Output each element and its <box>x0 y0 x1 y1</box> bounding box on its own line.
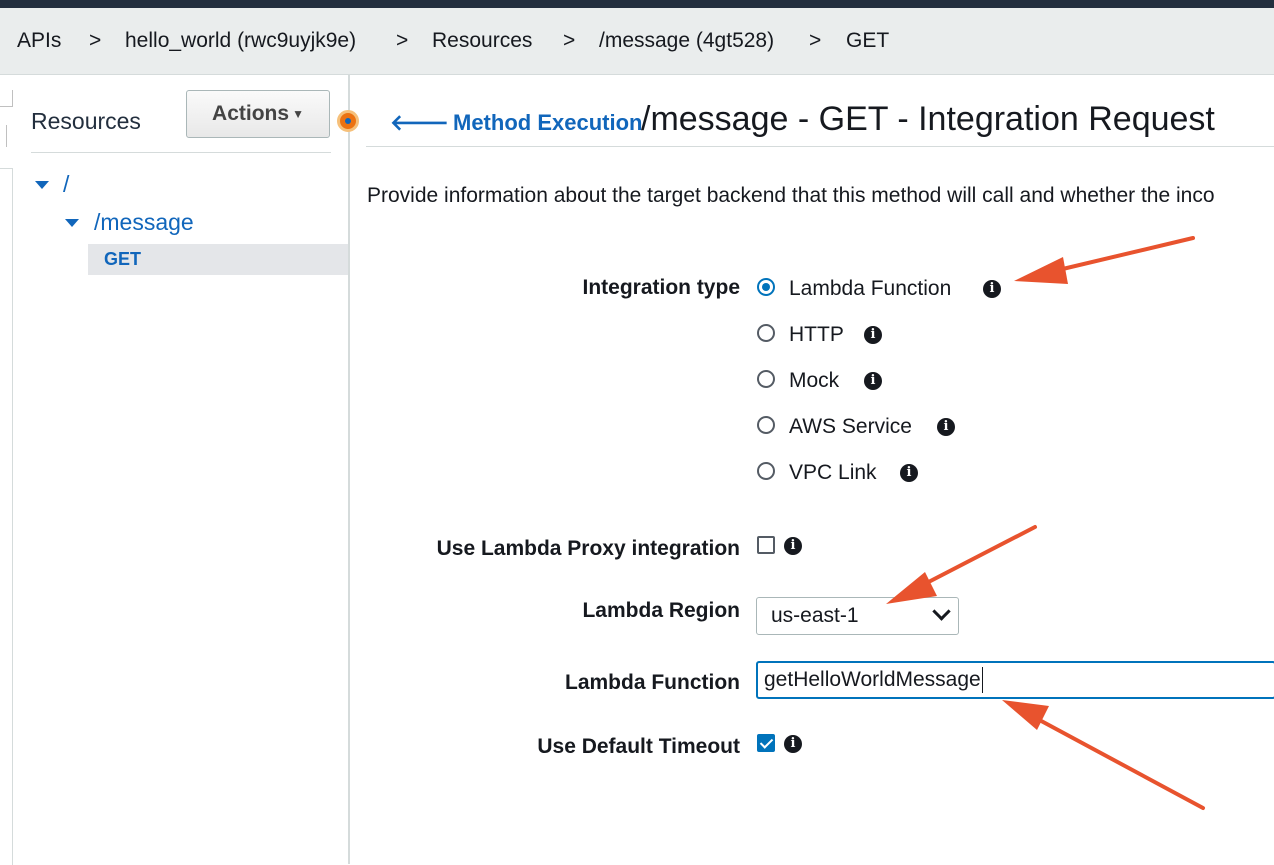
panel-resize-divider[interactable] <box>348 74 350 864</box>
breadcrumb-resource-path[interactable]: /message (4gt528) <box>599 29 774 53</box>
radio-http[interactable] <box>757 324 775 342</box>
tree-expand-icon[interactable] <box>65 219 79 227</box>
radio-mock[interactable] <box>757 370 775 388</box>
info-icon[interactable]: i <box>864 372 882 390</box>
page-description: Provide information about the target bac… <box>367 184 1215 207</box>
breadcrumb-apis[interactable]: APIs <box>17 29 61 53</box>
method-execution-back-link[interactable]: 🡐 Method Execution <box>390 110 642 136</box>
lambda-function-label: Lambda Function <box>565 671 740 694</box>
radio-label-aws-service[interactable]: AWS Service <box>789 415 912 439</box>
panel-resize-handle-icon[interactable] <box>337 110 359 132</box>
annotation-arrow <box>1030 714 1205 810</box>
proxy-integration-label: Use Lambda Proxy integration <box>436 537 740 560</box>
default-timeout-checkbox[interactable] <box>757 734 775 752</box>
arrow-left-icon: 🡐 <box>390 110 449 135</box>
integration-type-label: Integration type <box>582 276 740 299</box>
text-cursor <box>981 667 983 694</box>
breadcrumb-resources[interactable]: Resources <box>432 29 532 53</box>
info-icon[interactable]: i <box>784 735 802 753</box>
lambda-function-value: getHelloWorldMessage <box>764 668 981 691</box>
radio-label-lambda-function[interactable]: Lambda Function <box>789 277 951 301</box>
annotation-arrowhead <box>1002 700 1049 730</box>
breadcrumb-separator: > <box>89 29 102 52</box>
breadcrumb-separator: > <box>563 29 576 52</box>
radio-aws-service[interactable] <box>757 416 775 434</box>
radio-vpc-link[interactable] <box>757 462 775 480</box>
breadcrumb-method: GET <box>846 29 890 52</box>
collapsed-nav-edge <box>0 90 13 107</box>
console-top-bar <box>0 0 1274 8</box>
caret-down-icon: ▼ <box>292 107 304 122</box>
breadcrumb-separator: > <box>809 29 822 52</box>
annotation-arrow <box>913 525 1037 591</box>
page-title: /message - GET - Integration Request <box>641 100 1215 138</box>
info-icon[interactable]: i <box>864 326 882 344</box>
radio-label-vpc-link[interactable]: VPC Link <box>789 461 877 485</box>
chevron-down-icon <box>932 602 951 621</box>
info-icon[interactable]: i <box>937 418 955 436</box>
info-icon[interactable]: i <box>900 464 918 482</box>
divider <box>31 152 331 153</box>
collapsed-nav-panel[interactable] <box>0 168 13 865</box>
breadcrumb: APIs > hello_world (rwc9uyjk9e) > Resour… <box>0 8 1274 75</box>
default-timeout-label: Use Default Timeout <box>537 735 740 758</box>
info-icon[interactable]: i <box>983 280 1001 298</box>
tree-item-message[interactable]: /message <box>94 209 194 236</box>
proxy-integration-checkbox[interactable] <box>757 536 775 554</box>
annotation-arrow <box>1048 236 1195 274</box>
breadcrumb-separator: > <box>396 29 409 52</box>
lambda-function-input[interactable]: getHelloWorldMessage <box>756 661 1274 699</box>
breadcrumb-api-name[interactable]: hello_world (rwc9uyjk9e) <box>125 29 356 53</box>
collapsed-nav-edge <box>0 125 7 147</box>
annotation-arrowhead <box>1014 257 1068 284</box>
radio-label-http[interactable]: HTTP <box>789 323 844 347</box>
lambda-region-value: us-east-1 <box>771 604 859 627</box>
actions-dropdown-button[interactable]: Actions ▼ <box>186 90 330 138</box>
tree-expand-icon[interactable] <box>35 181 49 189</box>
resources-panel-title: Resources <box>31 108 141 134</box>
back-link-label: Method Execution <box>453 110 643 135</box>
info-icon[interactable]: i <box>784 537 802 555</box>
lambda-region-select[interactable]: us-east-1 <box>756 597 959 635</box>
tree-item-get-label: GET <box>104 249 142 269</box>
divider <box>366 146 1274 147</box>
lambda-region-label: Lambda Region <box>582 599 740 622</box>
radio-label-mock[interactable]: Mock <box>789 369 839 393</box>
tree-item-root[interactable]: / <box>63 171 69 198</box>
actions-button-label: Actions <box>212 102 290 125</box>
radio-lambda-function[interactable] <box>757 278 775 296</box>
